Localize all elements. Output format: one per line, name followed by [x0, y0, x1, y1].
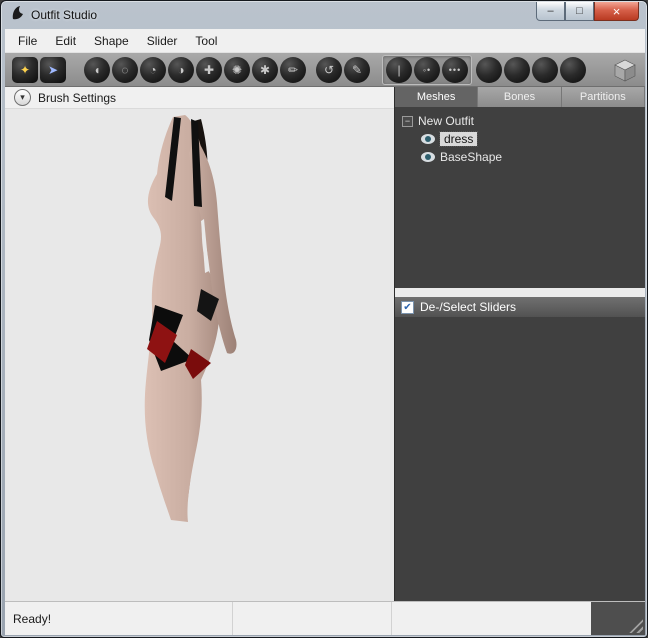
status-message: Ready! — [5, 602, 233, 635]
menu-shape[interactable]: Shape — [85, 31, 138, 51]
collapse-minus-icon[interactable]: − — [402, 116, 413, 127]
menu-bar: File Edit Shape Slider Tool — [5, 29, 645, 53]
smooth-brush-icon[interactable]: ✺ — [224, 57, 250, 83]
toolbar: ✦ ➤ ◖ ◌ ◔ ◑ ✚ ✺ ✱ ✏ ↺ ✎ | ◦• ••• — [5, 53, 645, 87]
close-button[interactable]: × — [594, 2, 639, 21]
sliders-header-label: De-/Select Sliders — [420, 300, 516, 314]
maximize-button[interactable]: □ — [565, 2, 594, 21]
status-text: Ready! — [13, 612, 51, 626]
tab-partitions[interactable]: Partitions — [562, 87, 645, 107]
tree-item-dress[interactable]: dress — [395, 130, 645, 148]
brush-settings-label: Brush Settings — [38, 91, 116, 105]
tree-item-label: dress — [440, 132, 477, 146]
minimize-button[interactable]: – — [536, 2, 565, 21]
window-controls: – □ × — [536, 2, 639, 21]
load-project-brush-icon[interactable]: ➤ — [40, 57, 66, 83]
status-cell-dark — [591, 602, 645, 635]
chevron-down-icon[interactable]: ▾ — [14, 89, 31, 106]
new-project-brush-icon[interactable]: ✦ — [12, 57, 38, 83]
tree-root-label: New Outfit — [418, 114, 474, 128]
tab-meshes[interactable]: Meshes — [395, 87, 478, 107]
visibility-eye-icon[interactable] — [421, 152, 435, 162]
pen-tool-icon[interactable]: ✎ — [344, 57, 370, 83]
outfit-tree: − New Outfit dress BaseShape — [395, 107, 645, 288]
outfit-studio-window: Outfit Studio – □ × File Edit Shape Slid… — [0, 0, 648, 638]
deselect-sliders-checkbox[interactable]: ✔ — [401, 301, 414, 314]
status-cell-3 — [392, 602, 591, 635]
menu-file[interactable]: File — [9, 31, 46, 51]
menu-slider[interactable]: Slider — [138, 31, 187, 51]
titlebar[interactable]: Outfit Studio – □ × — [1, 1, 647, 29]
tab-bones[interactable]: Bones — [478, 87, 561, 107]
color-brush-icon[interactable]: ✱ — [252, 57, 278, 83]
transform-tool-icon[interactable]: ↺ — [316, 57, 342, 83]
brush-options-icon[interactable]: ••• — [442, 57, 468, 83]
sliders-list-area[interactable] — [395, 317, 645, 601]
right-panel: Meshes Bones Partitions − New Outfit dre… — [395, 87, 645, 601]
alpha-brush-icon[interactable]: ✏ — [280, 57, 306, 83]
visibility-eye-icon[interactable] — [421, 134, 435, 144]
tree-item-baseshape[interactable]: BaseShape — [395, 148, 645, 166]
deflate-brush-icon[interactable]: ◑ — [168, 57, 194, 83]
resize-grip[interactable] — [629, 619, 643, 633]
brush-size-1-icon[interactable] — [476, 57, 502, 83]
tree-item-new-outfit[interactable]: − New Outfit — [395, 112, 645, 130]
viewport-3d[interactable] — [5, 109, 394, 601]
client-area: File Edit Shape Slider Tool ✦ ➤ ◖ ◌ ◔ ◑ … — [5, 29, 645, 635]
window-title: Outfit Studio — [31, 8, 97, 22]
status-bar: Ready! — [5, 601, 645, 635]
sliders-header: ✔ De-/Select Sliders — [395, 297, 645, 317]
menu-edit[interactable]: Edit — [46, 31, 85, 51]
menu-tool[interactable]: Tool — [186, 31, 226, 51]
brush-size-3-icon[interactable] — [532, 57, 558, 83]
character-model — [5, 109, 394, 601]
mesh-tabs: Meshes Bones Partitions — [395, 87, 645, 107]
panel-gap-splitter[interactable] — [395, 288, 645, 297]
brush-toggle-group: | ◦• ••• — [382, 55, 472, 85]
inflate-brush-icon[interactable]: ◔ — [140, 57, 166, 83]
connected-only-icon[interactable]: ◦• — [414, 57, 440, 83]
brush-size-2-icon[interactable] — [504, 57, 530, 83]
wireframe-cube-icon[interactable] — [611, 56, 639, 84]
select-lasso-icon[interactable]: ◌ — [112, 57, 138, 83]
status-cell-2 — [233, 602, 392, 635]
brush-settings-pane-header[interactable]: ▾ Brush Settings — [5, 87, 394, 109]
mask-brush-icon[interactable]: ◖ — [84, 57, 110, 83]
xmirror-toggle-icon[interactable]: | — [386, 57, 412, 83]
move-brush-icon[interactable]: ✚ — [196, 57, 222, 83]
brush-size-4-icon[interactable] — [560, 57, 586, 83]
app-icon — [11, 5, 25, 26]
tree-item-label: BaseShape — [440, 150, 502, 164]
